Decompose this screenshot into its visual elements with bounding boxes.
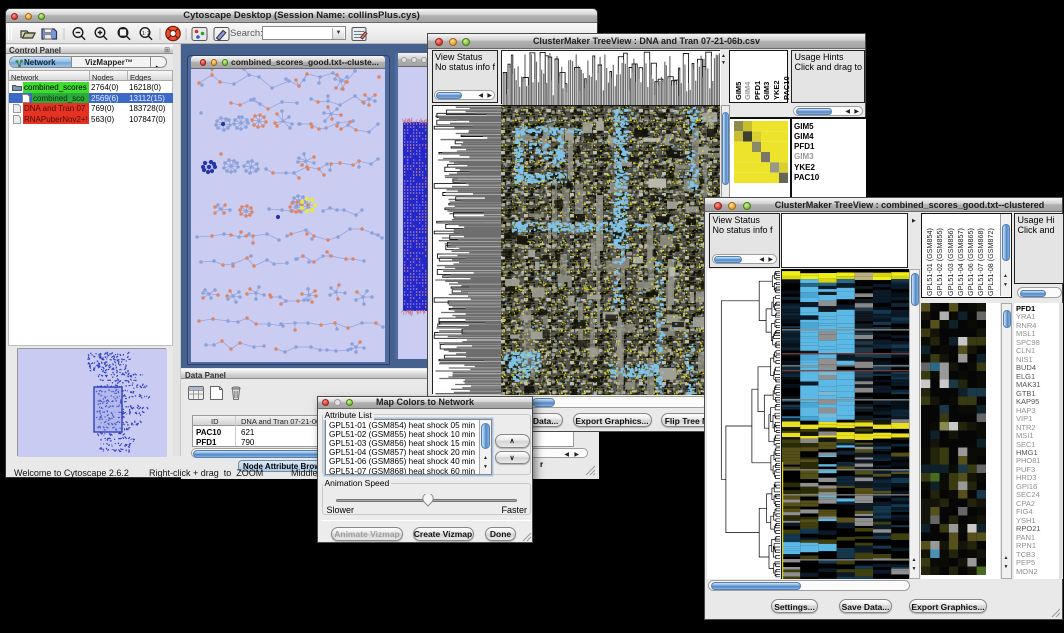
svg-text:1:1: 1:1 [142,31,150,37]
